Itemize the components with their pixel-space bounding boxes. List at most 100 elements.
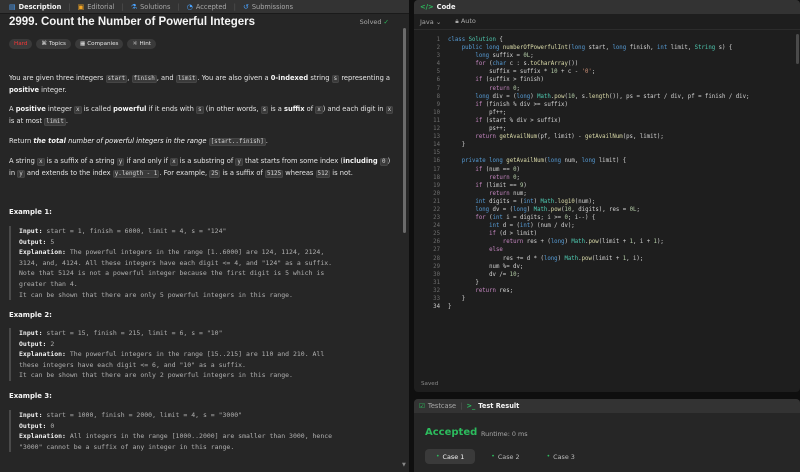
example-2-block: Input: start = 15, finish = 215, limit =…	[9, 328, 395, 381]
description-paragraph-1: You are given three integers start, fini…	[9, 74, 391, 94]
description-paragraph-3: Return the total number of powerful inte…	[9, 137, 268, 146]
code-line[interactable]: int digits = (int) Math.log10(num);	[448, 198, 749, 206]
solutions-icon: ⚗	[130, 2, 138, 11]
editor-scrollbar[interactable]	[796, 34, 799, 64]
lock-icon: 🔒︎	[455, 17, 459, 25]
code-line[interactable]: int d = (int) (num / dv);	[448, 222, 749, 230]
auto-mode-toggle[interactable]: 🔒︎ Auto	[455, 17, 476, 26]
line-number: 15	[433, 150, 440, 157]
code-line[interactable]: public long numberOfPowerfulInt(long sta…	[448, 44, 749, 52]
description-paragraph-2: A positive integer x is called powerful …	[9, 105, 394, 126]
line-number: 25	[433, 231, 440, 238]
line-number: 34	[433, 304, 440, 311]
code-line[interactable]: ps++;	[448, 125, 749, 133]
tab-code[interactable]: Code	[437, 3, 456, 11]
example-1-block: Input: start = 1, finish = 6000, limit =…	[9, 226, 395, 301]
code-line[interactable]: return 0;	[448, 85, 749, 93]
code-line[interactable]: private long getAvailNum(long num, long …	[448, 157, 749, 165]
case-1-button[interactable]: • Case 1	[425, 449, 476, 464]
result-tab-bar: ☑ Testcase | >_ Test Result	[414, 399, 800, 413]
code-line[interactable]: if (suffix > finish)	[448, 76, 749, 84]
code-line[interactable]: }	[448, 295, 749, 303]
code-line[interactable]: pf++;	[448, 109, 749, 117]
code-line[interactable]: if (start % div > suffix)	[448, 117, 749, 125]
line-number: 20	[433, 190, 440, 197]
language-select[interactable]: Java ⌄	[420, 18, 441, 26]
code-line[interactable]: num %= dv;	[448, 263, 749, 271]
chevron-down-icon: ⌄	[435, 17, 442, 26]
companies-badge[interactable]: ▦ Companies	[74, 39, 124, 49]
line-number: 29	[433, 263, 440, 270]
editorial-icon: ▣	[77, 2, 85, 11]
case-2-button[interactable]: • Case 2	[480, 449, 530, 464]
problem-badges: Hard ⌘ Topics ▦ Companies ☼ Hint	[9, 39, 156, 49]
description-paragraph-4: A string x is a suffix of a string y if …	[9, 157, 391, 178]
code-line[interactable]: res += d * (long) Math.pow(limit + 1, i)…	[448, 255, 749, 263]
tab-solutions[interactable]: ⚗ Solutions	[126, 0, 176, 14]
code-line[interactable]: return res;	[448, 287, 749, 295]
tab-submissions[interactable]: ↺ Submissions	[238, 0, 298, 14]
lightbulb-icon: ☼	[132, 41, 138, 47]
tab-description[interactable]: ▤ Description	[4, 0, 66, 14]
code-line[interactable]: if (finish % div >= suffix)	[448, 101, 749, 109]
line-number: 26	[433, 239, 440, 246]
building-icon: ▦	[79, 41, 86, 47]
code-line[interactable]: class Solution {	[448, 36, 749, 44]
line-number: 1	[436, 37, 440, 43]
case-3-button[interactable]: • Case 3	[536, 449, 586, 464]
code-line[interactable]: }	[448, 303, 749, 311]
code-lines[interactable]: class Solution { public long numberOfPow…	[448, 36, 749, 311]
code-line[interactable]: }	[448, 141, 749, 149]
hint-badge[interactable]: ☼ Hint	[127, 39, 156, 49]
example-1-heading: Example 1:	[9, 208, 52, 216]
line-number: 31	[433, 279, 440, 286]
tab-accepted[interactable]: ◔ Accepted	[182, 0, 232, 14]
line-number: 9	[436, 101, 440, 108]
code-line[interactable]: return getAvailNum(pf, limit) - getAvail…	[448, 133, 749, 141]
code-line[interactable]: if (limit == 9)	[448, 182, 749, 190]
editor-pane: </> Code Java ⌄ 🔒︎ Auto 1 2 3 4 5 6 7 8 9 10 11 12 1…	[411, 0, 800, 472]
code-line[interactable]: return num;	[448, 190, 749, 198]
tab-test-result[interactable]: >_ Test Result	[466, 402, 519, 410]
difficulty-badge[interactable]: Hard	[9, 39, 33, 49]
code-line[interactable]: dv /= 10;	[448, 271, 749, 279]
code-line[interactable]: suffix = suffix * 10 + c - '0';	[448, 68, 749, 76]
line-number: 16	[433, 158, 440, 165]
code-line[interactable]	[448, 149, 749, 157]
check-circle-icon: ✓	[383, 18, 389, 26]
line-number: 6	[436, 77, 440, 84]
line-number: 7	[436, 85, 440, 92]
code-line[interactable]: for (int i = digits; i >= 0; i--) {	[448, 214, 749, 222]
tab-testcase[interactable]: ☑ Testcase	[419, 402, 456, 410]
example-2-heading: Example 2:	[9, 311, 52, 319]
code-line[interactable]: else	[448, 246, 749, 254]
pass-dot-icon: •	[546, 453, 551, 460]
tab-divider: |	[233, 2, 236, 11]
description-pane: ▤ Description | ▣ Editorial | ⚗ Solutions |…	[0, 0, 410, 472]
tab-editorial[interactable]: ▣ Editorial	[73, 0, 120, 14]
code-line[interactable]: return res + (long) Math.pow(limit + 1, …	[448, 238, 749, 246]
code-line[interactable]: long suffix = 0L;	[448, 52, 749, 60]
description-scrollbar[interactable]	[403, 28, 406, 233]
editor-toolbar: Java ⌄ 🔒︎ Auto	[414, 14, 800, 30]
result-panel: ☑ Testcase | >_ Test Result Accepted Runti…	[414, 399, 800, 472]
code-line[interactable]: return 0;	[448, 174, 749, 182]
code-editor[interactable]: 1 2 3 4 5 6 7 8 9 10 11 12 13 14 15 16 17 18 19 20 21 22 23 24 2…	[414, 32, 800, 372]
runtime-label: Runtime: 0 ms	[481, 430, 528, 438]
line-number: 4	[436, 61, 440, 68]
code-line[interactable]: if (num == 0)	[448, 166, 749, 174]
line-number: 30	[433, 271, 440, 278]
scroll-down-arrow-icon[interactable]: ▼	[402, 462, 406, 468]
code-line[interactable]: for (char c : s.toCharArray())	[448, 60, 749, 68]
code-brackets-icon: </>	[420, 3, 434, 11]
code-line[interactable]: long div = (long) Math.pow(10, s.length(…	[448, 93, 749, 101]
code-line[interactable]: long dv = (long) Math.pow(10, digits), r…	[448, 206, 749, 214]
tab-divider: |	[177, 2, 180, 11]
code-line[interactable]: if (d > limit)	[448, 230, 749, 238]
pass-dot-icon: •	[491, 453, 495, 460]
topics-badge[interactable]: ⌘ Topics	[36, 39, 71, 49]
line-number: 19	[433, 182, 440, 189]
line-number: 2	[436, 45, 440, 52]
code-line[interactable]: }	[448, 279, 749, 287]
tab-divider: |	[68, 2, 71, 11]
